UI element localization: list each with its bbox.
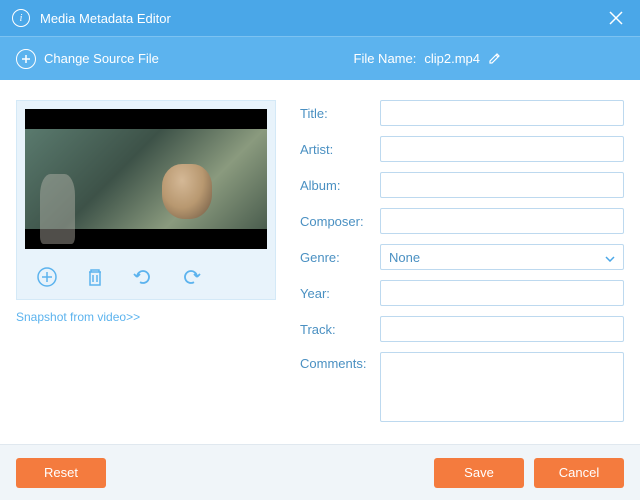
- comments-input[interactable]: [380, 352, 624, 422]
- edit-filename-icon[interactable]: [488, 51, 504, 67]
- artist-input[interactable]: [380, 136, 624, 162]
- change-source-label: Change Source File: [44, 51, 159, 66]
- rotate-right-icon[interactable]: [179, 265, 203, 289]
- filename-label: File Name:: [354, 51, 417, 66]
- info-icon: i: [12, 9, 30, 27]
- chevron-down-icon: [605, 250, 615, 265]
- year-label: Year:: [300, 286, 380, 301]
- window-title: Media Metadata Editor: [40, 11, 604, 26]
- footer: Reset Save Cancel: [0, 444, 640, 500]
- snapshot-from-video-link[interactable]: Snapshot from video>>: [16, 310, 276, 324]
- content-area: Snapshot from video>> Title: Artist: Alb…: [0, 80, 640, 444]
- artist-label: Artist:: [300, 142, 380, 157]
- album-input[interactable]: [380, 172, 624, 198]
- comments-label: Comments:: [300, 352, 380, 371]
- genre-label: Genre:: [300, 250, 380, 265]
- reset-button[interactable]: Reset: [16, 458, 106, 488]
- cancel-button[interactable]: Cancel: [534, 458, 624, 488]
- track-input[interactable]: [380, 316, 624, 342]
- genre-select[interactable]: None: [380, 244, 624, 270]
- filename-value: clip2.mp4: [424, 51, 480, 66]
- album-label: Album:: [300, 178, 380, 193]
- snapshot-frame: [16, 100, 276, 300]
- track-label: Track:: [300, 322, 380, 337]
- title-input[interactable]: [380, 100, 624, 126]
- year-input[interactable]: [380, 280, 624, 306]
- change-source-button[interactable]: Change Source File: [16, 49, 159, 69]
- snapshot-panel: Snapshot from video>>: [16, 100, 276, 432]
- metadata-form: Title: Artist: Album: Composer: Genre: N…: [300, 100, 624, 432]
- video-thumbnail[interactable]: [25, 109, 267, 249]
- add-snapshot-icon[interactable]: [35, 265, 59, 289]
- genre-selected: None: [389, 250, 420, 265]
- delete-snapshot-icon[interactable]: [83, 265, 107, 289]
- toolbar: Change Source File File Name: clip2.mp4: [0, 36, 640, 80]
- title-label: Title:: [300, 106, 380, 121]
- rotate-left-icon[interactable]: [131, 265, 155, 289]
- composer-label: Composer:: [300, 214, 380, 229]
- close-icon[interactable]: [604, 6, 628, 30]
- titlebar: i Media Metadata Editor: [0, 0, 640, 36]
- composer-input[interactable]: [380, 208, 624, 234]
- save-button[interactable]: Save: [434, 458, 524, 488]
- filename-group: File Name: clip2.mp4: [354, 51, 505, 67]
- plus-icon: [16, 49, 36, 69]
- snapshot-toolbar: [25, 255, 267, 299]
